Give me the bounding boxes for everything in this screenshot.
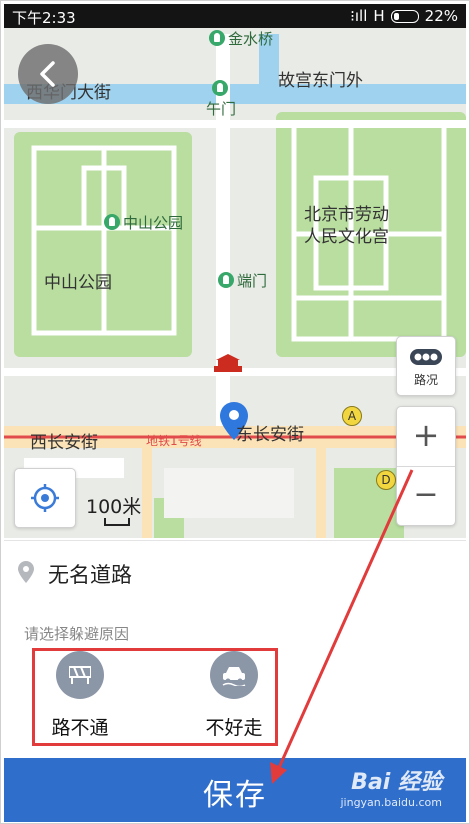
- watermark-url: jingyan.baidu.com: [340, 796, 442, 809]
- car-icon: [210, 651, 258, 699]
- avoid-reason-title: 请选择躲避原因: [24, 625, 130, 643]
- watermark-logo-text: Bai 经验: [351, 770, 442, 795]
- map-label-zhongshan-park: 中山公园: [44, 273, 112, 293]
- road-info-row: 无名道路: [4, 540, 466, 604]
- traffic-toggle-button[interactable]: 路况: [396, 336, 456, 396]
- road-name: 无名道路: [48, 563, 132, 587]
- back-button[interactable]: [18, 44, 78, 104]
- reason-option-blocked[interactable]: 路不通: [30, 651, 130, 740]
- zoom-controls: + −: [396, 406, 456, 526]
- roadblock-icon: [56, 651, 104, 699]
- station-d-badge[interactable]: D: [376, 470, 396, 490]
- status-bar: 下午2:33 ⁝ıll H 22%: [4, 4, 466, 28]
- traffic-icon: [410, 349, 442, 365]
- park-pin-icon: [218, 272, 234, 288]
- park-pin-icon: [104, 214, 120, 230]
- park-pin-icon: [211, 80, 228, 96]
- map-scale-label: 100米: [86, 496, 142, 518]
- signal-icon: ⁝ıll: [350, 7, 368, 25]
- map-scale-bar: [104, 518, 130, 526]
- zoom-in-button[interactable]: +: [397, 407, 455, 466]
- poi-jinshuiqiao[interactable]: 金水桥: [209, 28, 273, 49]
- chevron-left-icon: [40, 61, 55, 87]
- reason-option-hard-to-drive[interactable]: 不好走: [184, 651, 284, 740]
- locate-me-button[interactable]: [14, 468, 76, 528]
- map-label-west-changan: 西长安街: [30, 433, 98, 453]
- station-a-badge[interactable]: A: [342, 406, 362, 426]
- map-label-labor-palace: 北京市劳动人民文化宫: [304, 205, 389, 247]
- location-marker-icon: [18, 561, 34, 583]
- status-time: 下午2:33: [12, 9, 76, 27]
- locate-icon: [31, 484, 59, 512]
- battery-icon: [390, 9, 419, 23]
- save-button[interactable]: 保存 Bai 经验 jingyan.baidu.com: [4, 758, 466, 822]
- reason-label-blocked: 路不通: [51, 717, 109, 739]
- zoom-out-button[interactable]: −: [397, 467, 455, 525]
- map-view[interactable]: 西华门大街 故宫东门外 金水桥 午门 中山公园 中山公园 北京市劳动人民文化宫 …: [4, 28, 466, 538]
- map-label-east-changan: 东长安街: [236, 425, 304, 445]
- reason-label-hard-to-drive: 不好走: [205, 717, 263, 739]
- traffic-label: 路况: [413, 373, 438, 387]
- baidu-jingyan-watermark: Bai 经验 jingyan.baidu.com: [340, 764, 442, 809]
- avoid-reason-section: 请选择躲避原因 路不通 不好走: [4, 603, 466, 758]
- park-pin-icon: [209, 30, 225, 46]
- poi-wumen[interactable]: 午门: [206, 80, 236, 119]
- status-icons: ⁝ıll H 22%: [350, 7, 458, 25]
- network-type: H: [373, 7, 385, 25]
- poi-duanmen[interactable]: 端门: [218, 270, 267, 291]
- battery-level: 22%: [424, 7, 458, 25]
- poi-zhongshan-park[interactable]: 中山公园: [104, 212, 183, 233]
- map-label-subway-line1: 地铁1号线: [146, 434, 202, 448]
- tiananmen-icon: [214, 354, 242, 372]
- map-label-gugong-east: 故宫东门外: [278, 71, 363, 91]
